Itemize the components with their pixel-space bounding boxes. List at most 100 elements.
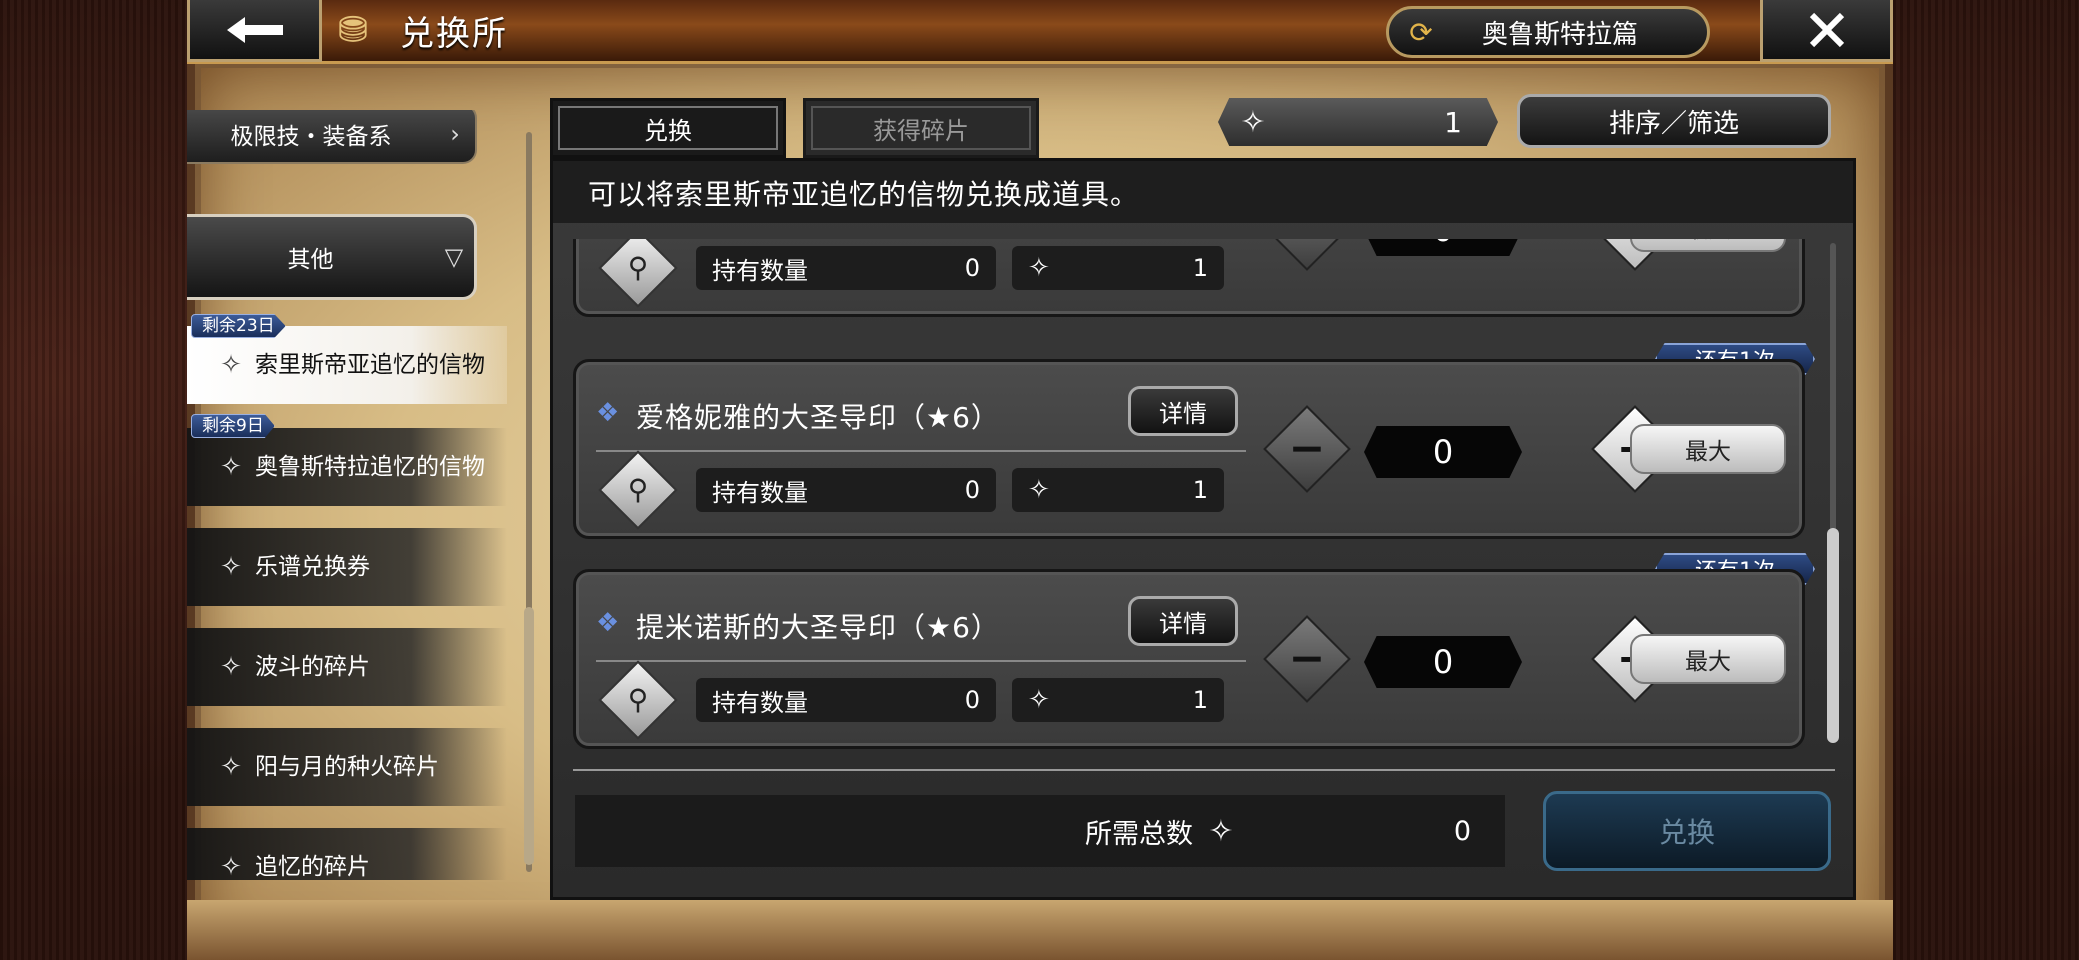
owned-value: 0 <box>964 254 980 282</box>
sidebar-scrollbar[interactable] <box>524 132 534 872</box>
sidebar-category-limit-equip[interactable]: 极限技・装备系 › <box>187 110 477 164</box>
exchange-item-card: ❖ 爱格妮雅的大圣导印（★6） 详情 ⚲ 持有数量 0 ✧ 1 − 0 + 最大 <box>573 359 1805 539</box>
sidebar: 极限技・装备系 › 其他 ▽ ✧ 索里斯帝亚追忆的信物 剩余23日 ✧ 奥鲁斯特… <box>187 110 517 880</box>
minus-icon: − <box>1288 423 1326 474</box>
magnify-icon: ⚲ <box>627 473 649 506</box>
detail-button[interactable]: 详情 <box>1128 596 1238 646</box>
item-list-scrollbar-thumb[interactable] <box>1827 528 1839 743</box>
cost-box: ✧ 1 <box>1012 678 1224 722</box>
sidebar-category-other[interactable]: 其他 ▽ <box>187 214 477 300</box>
quantity-display: 0 <box>1364 636 1522 688</box>
magnify-icon: ⚲ <box>627 251 649 284</box>
page-title: 兑换所 <box>400 14 508 54</box>
shard-diamond-icon: ✧ <box>1028 685 1050 715</box>
tab-get-shards-label: 获得碎片 <box>811 106 1031 150</box>
refresh-icon: ⟳ <box>1409 15 1433 49</box>
cost-box: ✧ 1 <box>1012 468 1224 512</box>
cost-value: 1 <box>1192 686 1208 714</box>
sidebar-item-orsterra-token[interactable]: ✧ 奥鲁斯特拉追忆的信物 <box>187 428 507 506</box>
exchange-panel: 可以将索里斯帝亚追忆的信物兑换成道具。 ⚲ 持有数量 0 ✧ 1 − 0 + 最… <box>550 158 1856 900</box>
close-button[interactable] <box>1760 0 1893 62</box>
close-icon <box>1809 12 1844 47</box>
decrease-button[interactable]: − <box>1263 405 1351 493</box>
shard-diamond-icon: ✧ <box>220 350 242 380</box>
exchange-emblem-icon: ⛃ <box>337 9 369 51</box>
magnify-icon: ⚲ <box>627 683 649 716</box>
shard-diamond-icon: ✧ <box>1240 104 1266 140</box>
tab-get-shards[interactable]: 获得碎片 <box>803 98 1039 158</box>
sidebar-category-label: 极限技・装备系 <box>230 124 392 150</box>
back-button[interactable] <box>187 0 322 62</box>
sidebar-item-label: 奥鲁斯特拉追忆的信物 <box>255 454 485 480</box>
decrease-button[interactable]: − <box>1263 615 1351 703</box>
card-divider <box>596 450 1246 452</box>
sidebar-item-wave-shard[interactable]: ✧ 波斗的碎片 <box>187 628 507 706</box>
tab-exchange-label: 兑换 <box>558 106 778 150</box>
sidebar-item-sun-moon-shard[interactable]: ✧ 阳与月的种火碎片 <box>187 728 507 806</box>
quantity-display: 0 <box>1364 239 1522 256</box>
owned-label: 持有数量 <box>712 478 808 507</box>
sidebar-item-label: 追忆的碎片 <box>255 854 370 880</box>
inspect-button[interactable]: ⚲ <box>598 239 678 308</box>
inspect-button[interactable]: ⚲ <box>598 660 678 740</box>
back-arrow-icon <box>226 16 283 43</box>
exchange-item-list: ⚲ 持有数量 0 ✧ 1 − 0 + 最大 还有1次 ❖ 爱格妮雅的大圣导印（★… <box>563 239 1823 779</box>
right-wood-background <box>1893 0 2079 960</box>
sidebar-item-score-ticket[interactable]: ✧ 乐谱兑换券 <box>187 528 507 606</box>
exchange-button[interactable]: 兑换 <box>1543 791 1831 871</box>
shard-diamond-icon: ✧ <box>220 852 242 880</box>
owned-count-box: 持有数量 0 <box>696 468 996 512</box>
sort-filter-button[interactable]: 排序／筛选 <box>1517 94 1831 148</box>
detail-button[interactable]: 详情 <box>1128 386 1238 436</box>
shard-counter: ✧ 1 <box>1218 98 1498 146</box>
shard-count: 1 <box>1444 105 1462 139</box>
item-name: 爱格妮雅的大圣导印（★6） <box>636 401 1000 434</box>
bottom-frame <box>187 900 1893 960</box>
total-required-value: 0 <box>1453 815 1471 847</box>
sidebar-item-label: 乐谱兑换券 <box>255 554 370 580</box>
cost-value: 1 <box>1192 254 1208 282</box>
max-button[interactable]: 最大 <box>1630 424 1786 474</box>
sidebar-item-label: 阳与月的种火碎片 <box>255 754 439 780</box>
owned-value: 0 <box>964 476 980 504</box>
exchange-description: 可以将索里斯帝亚追忆的信物兑换成道具。 <box>553 161 1853 223</box>
story-switch-label: 奥鲁斯特拉篇 <box>1481 19 1638 50</box>
inspect-button[interactable]: ⚲ <box>598 450 678 530</box>
shard-diamond-icon: ✧ <box>220 752 242 782</box>
owned-label: 持有数量 <box>712 688 808 717</box>
max-button[interactable]: 最大 <box>1630 634 1786 684</box>
decrease-button[interactable]: − <box>1263 239 1351 271</box>
sidebar-item-memory-shard[interactable]: ✧ 追忆的碎片 <box>187 828 507 880</box>
minus-icon: − <box>1288 633 1326 684</box>
shard-diamond-icon: ✧ <box>220 552 242 582</box>
chevron-right-icon: › <box>450 120 460 148</box>
sidebar-category-label: 其他 <box>287 247 334 273</box>
cost-box: ✧ 1 <box>1012 246 1224 290</box>
owned-value: 0 <box>964 686 980 714</box>
minus-icon: − <box>1278 239 1336 256</box>
exchange-item-card: ❖ 提米诺斯的大圣导印（★6） 详情 ⚲ 持有数量 0 ✧ 1 − 0 + 最大 <box>573 569 1805 749</box>
panel-divider <box>573 769 1835 771</box>
item-list-scrollbar[interactable] <box>1827 243 1839 743</box>
max-button[interactable]: 最大 <box>1630 239 1786 252</box>
total-required-box: 所需总数 ✧ 0 <box>575 795 1505 867</box>
tab-exchange[interactable]: 兑换 <box>550 98 786 158</box>
shard-diamond-icon: ✧ <box>1028 253 1050 283</box>
shard-diamond-icon: ✧ <box>220 452 242 482</box>
exchange-item-card: ⚲ 持有数量 0 ✧ 1 − 0 + 最大 <box>573 239 1805 317</box>
item-name: 提米诺斯的大圣导印（★6） <box>636 611 1000 644</box>
gem-icon: ❖ <box>596 608 620 638</box>
sidebar-scrollbar-thumb[interactable] <box>524 607 534 865</box>
chevron-down-icon: ▽ <box>444 243 464 271</box>
owned-count-box: 持有数量 0 <box>696 678 996 722</box>
sidebar-item-label: 波斗的碎片 <box>255 654 370 680</box>
left-wood-background <box>0 0 187 960</box>
owned-count-box: 持有数量 0 <box>696 246 996 290</box>
days-remaining-badge: 剩余23日 <box>191 314 286 338</box>
card-divider <box>596 660 1246 662</box>
shard-diamond-icon: ✧ <box>1028 475 1050 505</box>
story-switch-button[interactable]: ⟳ 奥鲁斯特拉篇 <box>1386 6 1710 58</box>
sidebar-item-label: 索里斯帝亚追忆的信物 <box>255 352 485 378</box>
shard-diamond-icon: ✧ <box>220 652 242 682</box>
total-required-label: 所需总数 <box>1085 818 1193 850</box>
